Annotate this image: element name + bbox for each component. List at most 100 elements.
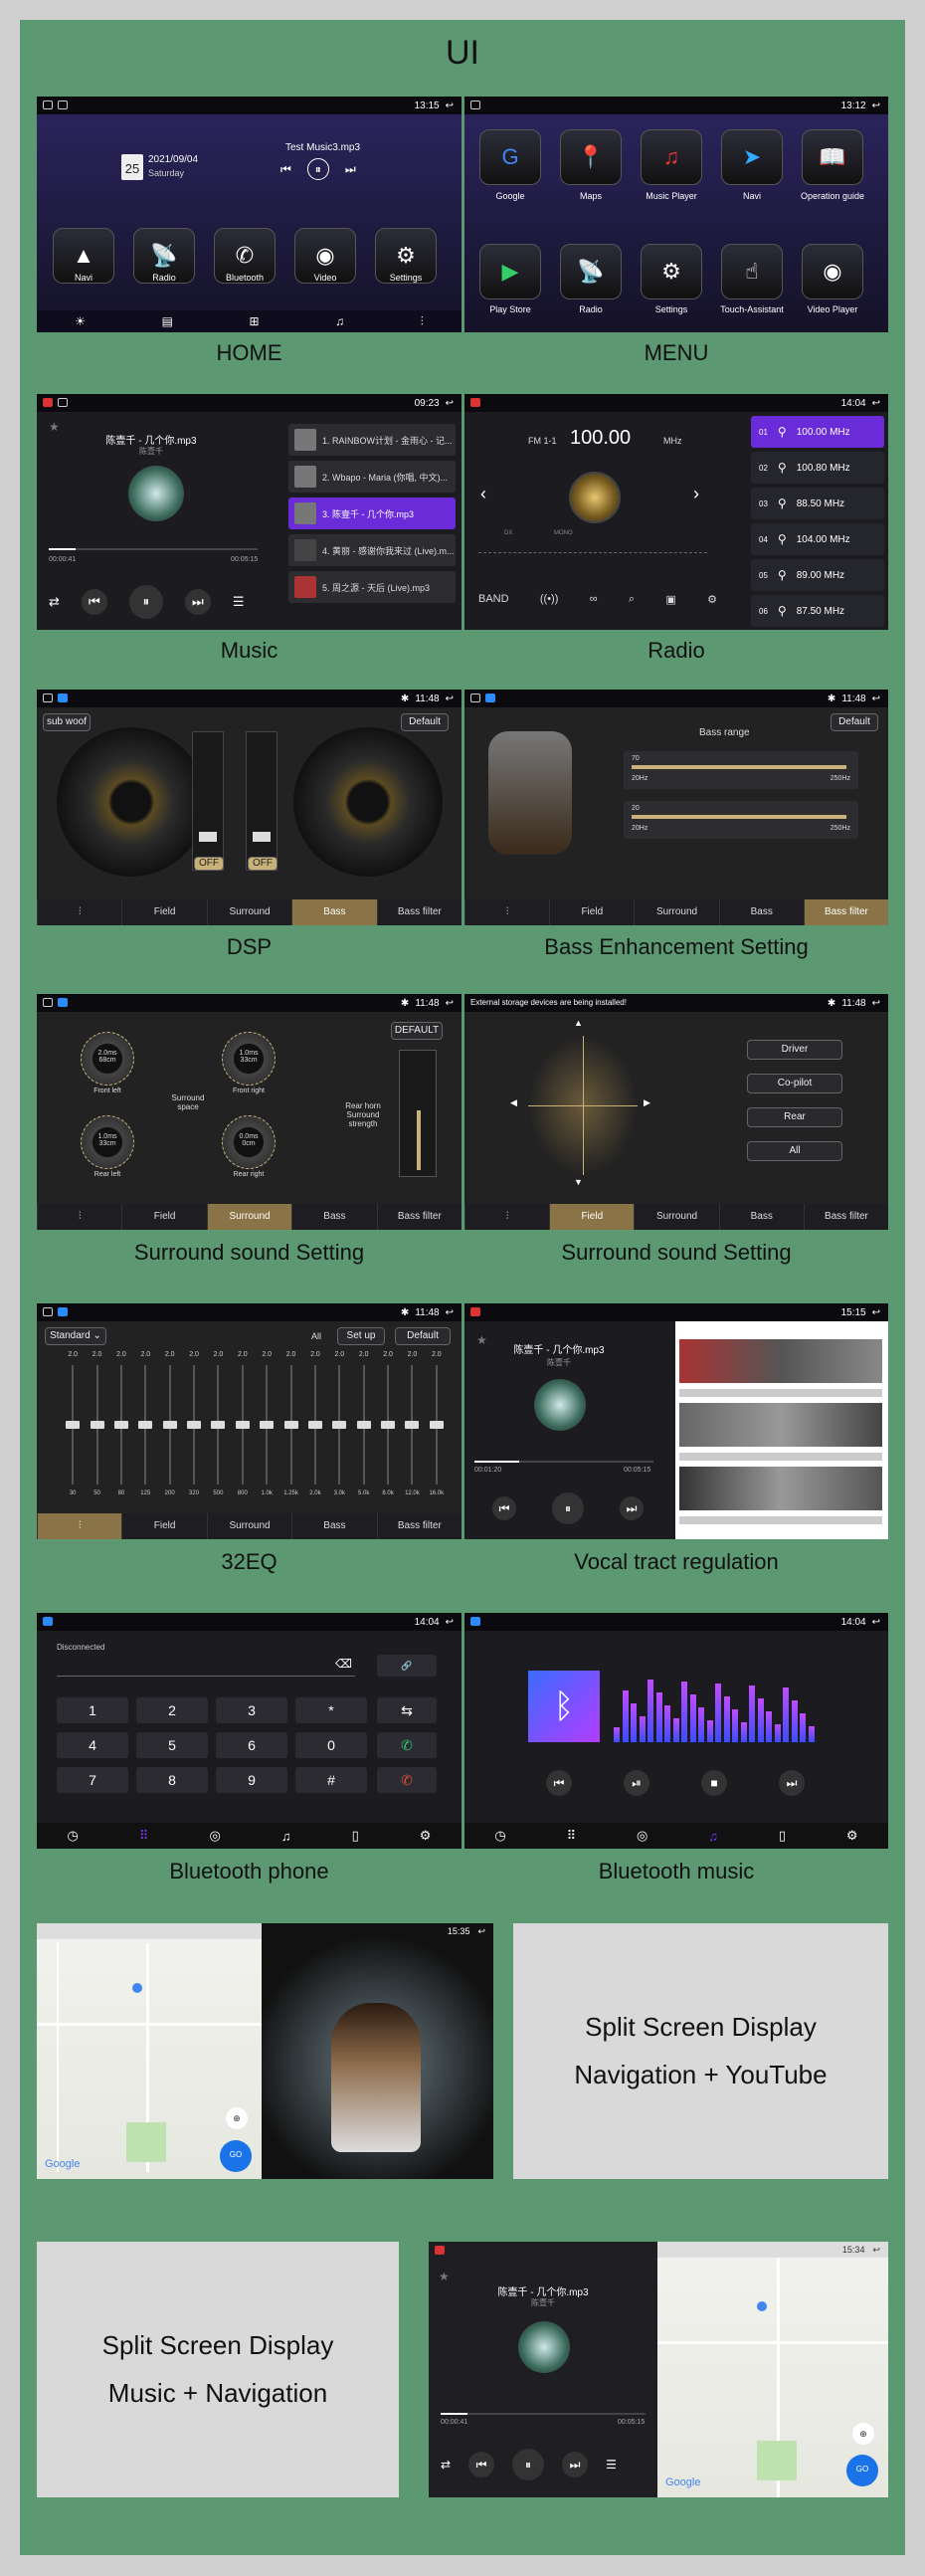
- next-button[interactable]: ⏭: [184, 589, 211, 615]
- tab-bass-enhancement[interactable]: Bass Enhancement: [718, 899, 804, 925]
- app-operation-guide[interactable]: 📖: [802, 129, 863, 185]
- tab-eq[interactable]: ⫶: [37, 899, 121, 925]
- eq-slider-knob[interactable]: [283, 1421, 298, 1429]
- next-icon[interactable]: ⏭: [345, 162, 356, 177]
- tab-bass-enhancement[interactable]: Bass Enhancement: [718, 1204, 804, 1230]
- eq-slider-knob[interactable]: [211, 1421, 226, 1429]
- settings-icon[interactable]: ⚙: [707, 593, 717, 606]
- back-icon[interactable]: ↩: [872, 398, 880, 409]
- app-video-player[interactable]: ◉: [802, 244, 863, 299]
- bass-slider-1[interactable]: 70 20Hz 250Hz: [624, 751, 858, 789]
- all-button[interactable]: All: [747, 1141, 842, 1161]
- tab-bass-filter[interactable]: Bass filter: [376, 1204, 462, 1230]
- eq-slider-knob[interactable]: [260, 1421, 275, 1429]
- tab-surround[interactable]: Surround: [634, 899, 718, 925]
- tab-surround[interactable]: Surround: [206, 899, 291, 925]
- right-off-button[interactable]: OFF: [248, 857, 278, 871]
- preset-item[interactable]: 04 ⚲ 104.00 MHz: [751, 523, 884, 555]
- app-navi[interactable]: ➤: [721, 129, 783, 185]
- dial-key-0[interactable]: 0: [295, 1732, 367, 1758]
- eq-slider-knob[interactable]: [162, 1421, 177, 1429]
- preset-item[interactable]: 03 ⚲ 88.50 MHz: [751, 488, 884, 519]
- pause-button[interactable]: ⏸: [552, 1492, 584, 1524]
- go-button[interactable]: GO: [846, 2455, 878, 2486]
- next-button[interactable]: ⏭: [779, 1770, 805, 1796]
- co-pilot-button[interactable]: Co-pilot: [747, 1074, 842, 1093]
- progress-bar[interactable]: [441, 2413, 646, 2415]
- my-location-button[interactable]: ⊕: [852, 2423, 874, 2445]
- eq-slider-knob[interactable]: [429, 1421, 444, 1429]
- bass-slider-2[interactable]: 20 20Hz 250Hz: [624, 801, 858, 839]
- default-button[interactable]: DEFAULT: [391, 1022, 443, 1040]
- tab-field[interactable]: Field: [121, 1204, 206, 1230]
- right-gain-slider[interactable]: [246, 731, 278, 871]
- eq-slider-knob[interactable]: [307, 1421, 322, 1429]
- progress-bar[interactable]: [474, 1461, 653, 1463]
- dial-key-hash[interactable]: #: [295, 1767, 367, 1793]
- contacts-icon[interactable]: ◎: [209, 1828, 220, 1844]
- app-google[interactable]: G: [479, 129, 541, 185]
- play-pause-button[interactable]: ⏯: [624, 1770, 649, 1796]
- tab-bass-enhancement[interactable]: Bass Enhancement: [291, 899, 377, 925]
- music-note-icon[interactable]: ♫: [281, 1829, 291, 1844]
- recent-calls-icon[interactable]: ◷: [494, 1828, 505, 1844]
- repeat-icon[interactable]: ⇄: [441, 2458, 451, 2472]
- eq-slider-knob[interactable]: [235, 1421, 250, 1429]
- contacts-icon[interactable]: ◎: [637, 1828, 648, 1844]
- back-icon[interactable]: ↩: [446, 1307, 454, 1318]
- dial-key-2[interactable]: 2: [136, 1697, 208, 1723]
- prev-button[interactable]: ⏮: [546, 1770, 572, 1796]
- tab-field[interactable]: Field: [549, 899, 634, 925]
- rear-button[interactable]: Rear: [747, 1107, 842, 1127]
- go-button[interactable]: GO: [220, 2140, 252, 2172]
- eq-band[interactable]: 2.0 30: [61, 1351, 85, 1510]
- eq-band[interactable]: 2.0 125: [133, 1351, 157, 1510]
- back-icon[interactable]: ↩: [872, 1307, 880, 1318]
- eq-slider-knob[interactable]: [187, 1421, 202, 1429]
- band-button[interactable]: BAND: [478, 593, 509, 606]
- tab-bass-filter[interactable]: Bass filter: [376, 899, 462, 925]
- next-button[interactable]: ⏭: [620, 1496, 644, 1520]
- arrow-down-button[interactable]: ▼: [574, 1177, 583, 1187]
- keypad-icon[interactable]: ⠿: [139, 1828, 149, 1844]
- keypad-icon[interactable]: ⠿: [567, 1828, 577, 1844]
- folder-icon[interactable]: ▤: [162, 314, 173, 328]
- progress-bar[interactable]: [49, 548, 258, 550]
- youtube-video-panel[interactable]: 15:35 ↩: [262, 1923, 493, 2179]
- rear-horn-slider[interactable]: [399, 1050, 437, 1177]
- tab-bass-enhancement[interactable]: Bass Enhancement: [291, 1204, 376, 1230]
- transfer-button[interactable]: ⇆: [377, 1697, 437, 1723]
- back-icon[interactable]: ↩: [446, 398, 454, 409]
- brightness-icon[interactable]: ☀: [75, 314, 86, 328]
- eq-band[interactable]: 2.0 12.0k: [400, 1351, 424, 1510]
- eq-band[interactable]: 2.0 16.0k: [425, 1351, 449, 1510]
- preset-item[interactable]: 05 ⚲ 89.00 MHz: [751, 559, 884, 591]
- back-icon[interactable]: ↩: [477, 1926, 485, 1937]
- stop-button[interactable]: ■: [701, 1770, 727, 1796]
- tab-field[interactable]: Field: [549, 1204, 635, 1230]
- playlist-item[interactable]: 5. 周之源 - 天后 (Live).mp3: [288, 571, 456, 603]
- left-off-button[interactable]: OFF: [194, 857, 224, 871]
- seek-prev-button[interactable]: ‹: [480, 484, 486, 504]
- tab-bass-enhancement[interactable]: Bass Enhancement: [291, 1513, 376, 1539]
- arrow-right-button[interactable]: ▶: [644, 1097, 650, 1108]
- sub-woof-button[interactable]: sub woof: [43, 713, 91, 731]
- knob-front-left[interactable]: 2.0ms 68cm: [81, 1032, 134, 1086]
- favorite-star-icon[interactable]: ★: [49, 420, 60, 434]
- default-button[interactable]: Default: [831, 713, 878, 731]
- back-icon[interactable]: ↩: [872, 100, 880, 111]
- back-icon[interactable]: ↩: [446, 1617, 454, 1628]
- back-icon[interactable]: ↩: [446, 100, 454, 111]
- favorite-star-icon[interactable]: ★: [439, 2270, 450, 2283]
- default-button[interactable]: Default: [395, 1327, 451, 1345]
- dial-input[interactable]: [57, 1655, 355, 1677]
- dial-key-9[interactable]: 9: [216, 1767, 287, 1793]
- tab-field[interactable]: Field: [121, 899, 206, 925]
- apps-grid-icon[interactable]: ⊞: [250, 314, 260, 328]
- eq-band[interactable]: 2.0 800: [231, 1351, 255, 1510]
- music-note-icon[interactable]: ♫: [708, 1829, 718, 1844]
- back-icon[interactable]: ↩: [872, 1617, 880, 1628]
- eq-band[interactable]: 2.0 8.0k: [376, 1351, 400, 1510]
- hang-up-button[interactable]: ✆: [377, 1767, 437, 1793]
- prev-button[interactable]: ⏮: [81, 589, 107, 615]
